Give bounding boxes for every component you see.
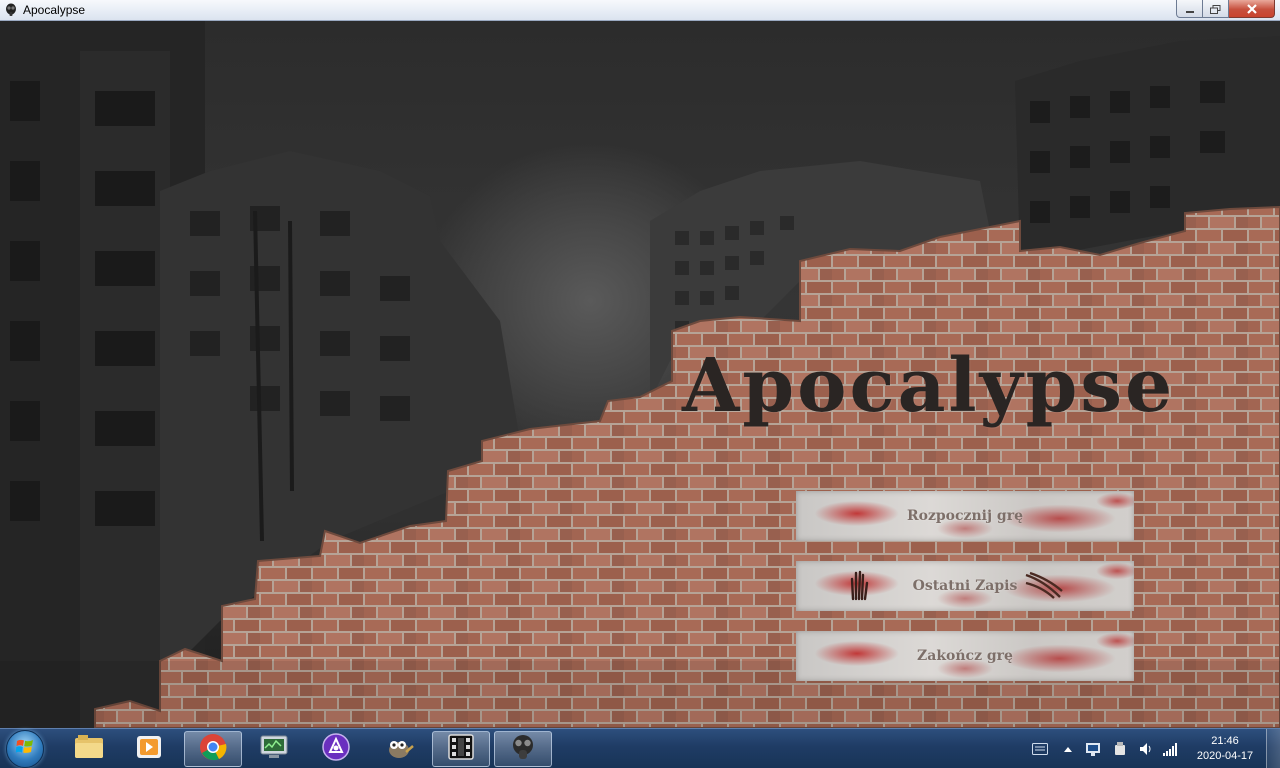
window-title: Apocalypse: [23, 3, 86, 17]
purple-app-icon: [321, 732, 351, 766]
chrome-icon: [199, 733, 227, 765]
start-game-label: Rozpocznij grę: [906, 508, 1024, 524]
taskbar-film-app[interactable]: [432, 731, 490, 767]
taskbar-gimp[interactable]: [370, 731, 428, 767]
close-icon: [1246, 0, 1258, 18]
clock-date: 2020-04-17: [1196, 750, 1254, 762]
system-monitor-icon: [259, 734, 289, 764]
clock-time: 21:46: [1211, 735, 1239, 747]
taskbar-chrome[interactable]: [184, 731, 242, 767]
show-desktop-button[interactable]: [1266, 729, 1280, 768]
file-explorer-icon: [74, 734, 104, 764]
show-hidden-icons-icon[interactable]: [1060, 741, 1076, 757]
network-signal-icon[interactable]: [1162, 741, 1178, 757]
maximize-icon: [1210, 0, 1221, 18]
minimize-icon: [1185, 0, 1195, 18]
taskbar-file-explorer[interactable]: [60, 731, 118, 767]
claw-scratch-icon: [1024, 571, 1064, 603]
keyboard-icon[interactable]: [1032, 741, 1048, 757]
bloody-hand-icon: [848, 569, 870, 605]
taskbar-media-player[interactable]: [120, 731, 178, 767]
last-save-button[interactable]: Ostatni Zapis: [796, 561, 1134, 611]
taskbar: 21:46 2020-04-17: [0, 728, 1280, 768]
media-player-icon: [135, 734, 163, 764]
gimp-icon: [384, 734, 414, 764]
game-viewport[interactable]: Apocalypse Rozpocznij grę Ostatni Zapis …: [0, 21, 1280, 728]
windows-logo-icon: [15, 737, 35, 761]
taskbar-apocalypse-game[interactable]: [494, 731, 552, 767]
exit-game-label: Zakończ grę: [917, 648, 1013, 664]
taskbar-system-monitor[interactable]: [245, 731, 303, 767]
minimize-button[interactable]: [1176, 0, 1203, 18]
gas-mask-icon: [4, 3, 18, 17]
close-button[interactable]: [1229, 0, 1275, 18]
restore-button[interactable]: [1203, 0, 1229, 18]
game-title: Apocalypse: [682, 343, 1176, 429]
window-controls: [1176, 0, 1275, 19]
start-game-button[interactable]: Rozpocznij grę: [796, 491, 1134, 541]
window-title-bar[interactable]: Apocalypse: [0, 0, 1280, 21]
volume-icon[interactable]: [1138, 741, 1154, 757]
start-button[interactable]: [6, 730, 44, 768]
last-save-label: Ostatni Zapis: [912, 578, 1018, 594]
taskbar-purple-app[interactable]: [307, 731, 365, 767]
monitor-tray-icon[interactable]: [1085, 741, 1101, 757]
exit-game-button[interactable]: Zakończ grę: [796, 631, 1134, 681]
gas-mask-icon: [508, 733, 538, 765]
film-icon: [446, 733, 476, 765]
device-tray-icon[interactable]: [1112, 741, 1128, 757]
system-clock[interactable]: 21:46 2020-04-17: [1193, 734, 1257, 764]
